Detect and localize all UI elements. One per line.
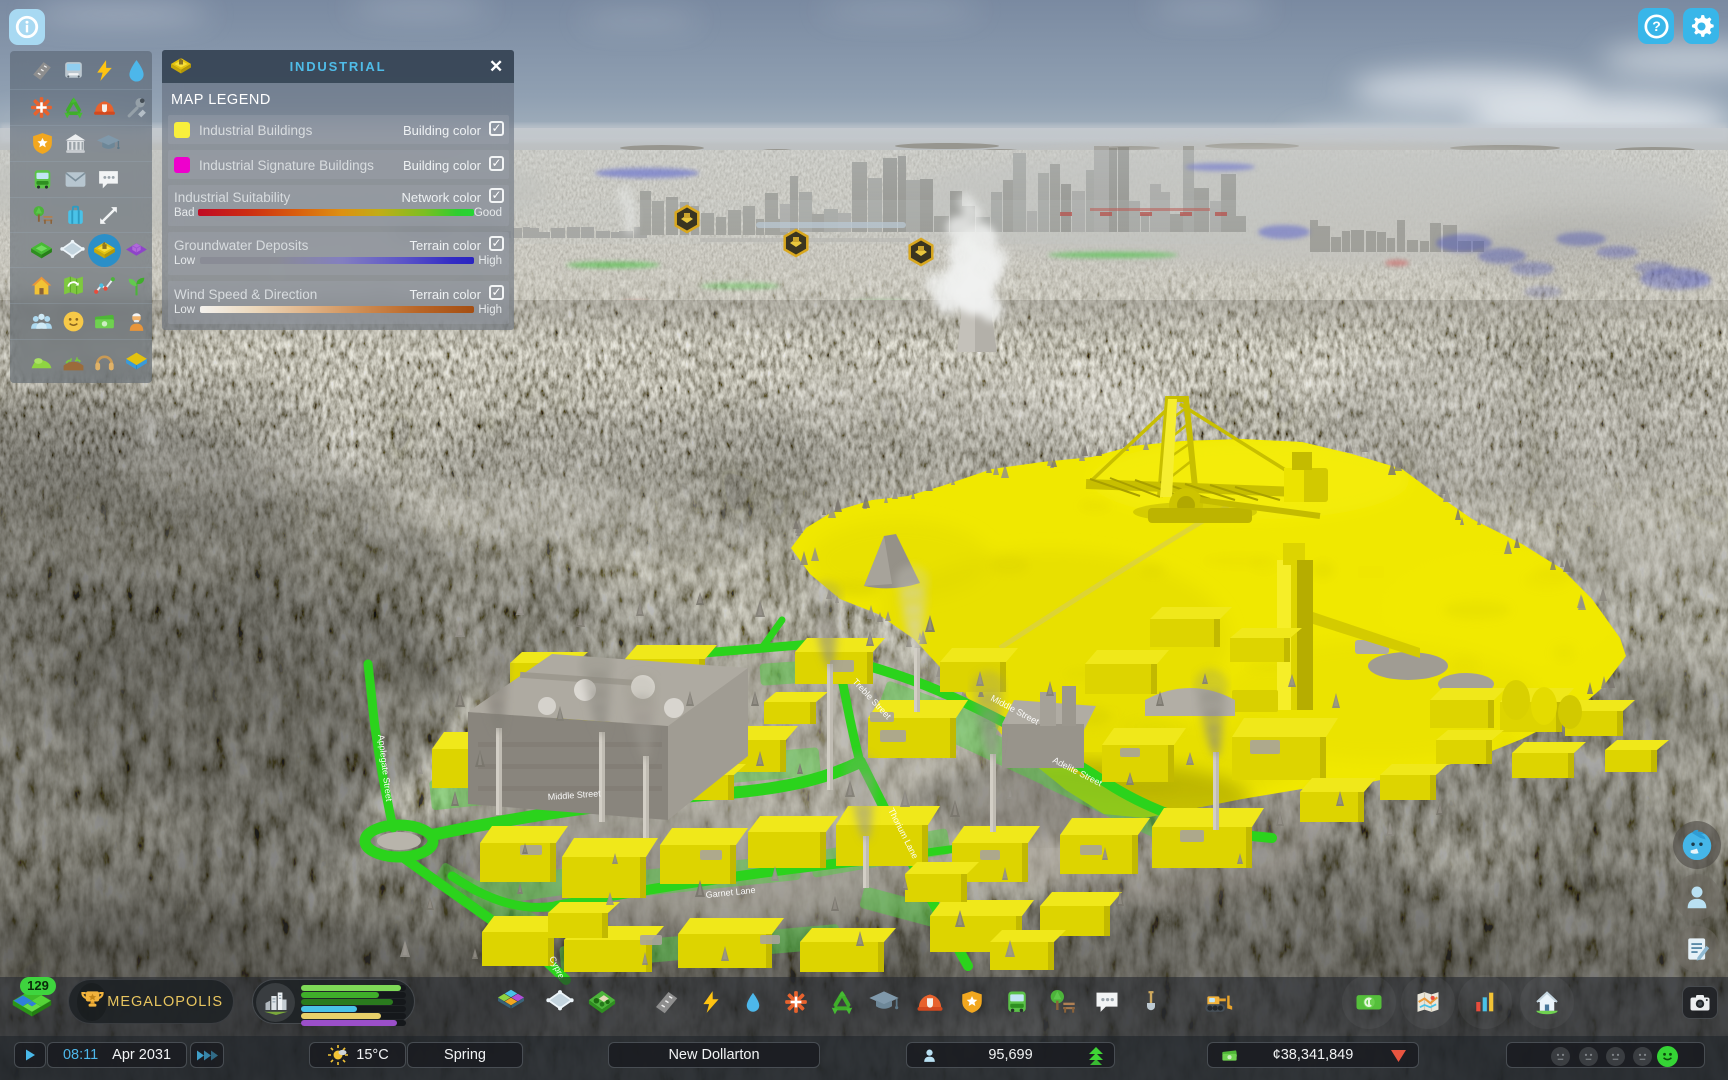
svg-text:?: ? bbox=[1652, 18, 1661, 34]
